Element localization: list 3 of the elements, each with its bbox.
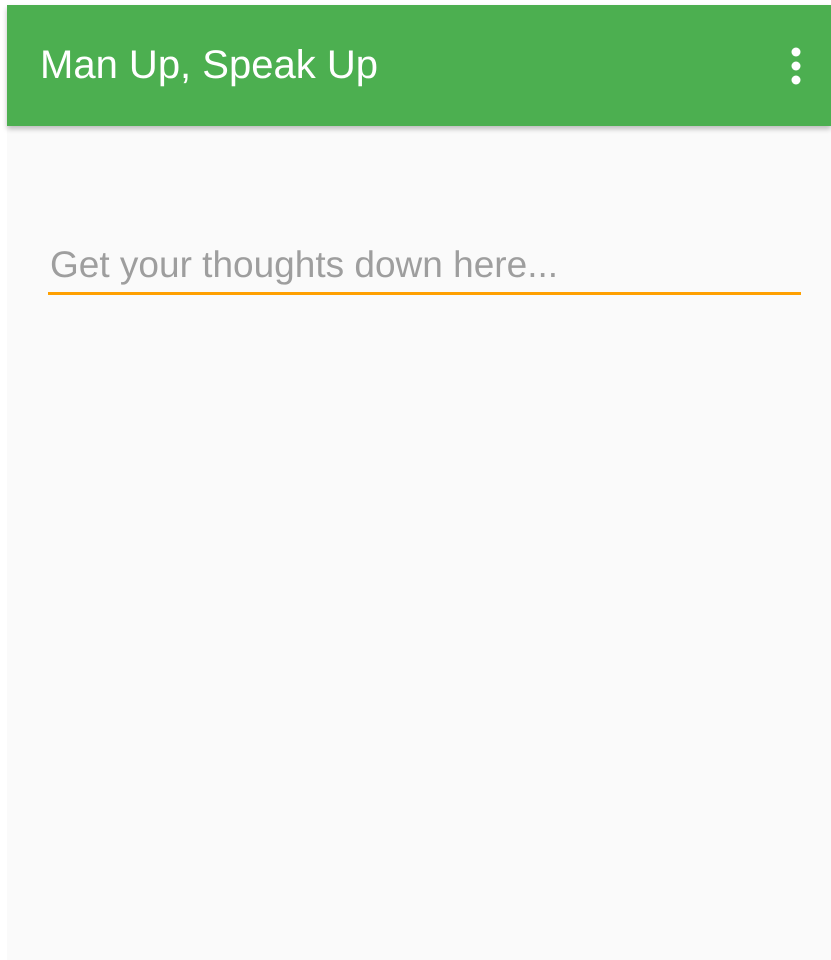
text-input-field[interactable]: Get your thoughts down here... <box>48 236 801 295</box>
app-title: Man Up, Speak Up <box>40 43 378 88</box>
more-options-icon[interactable] <box>790 46 802 84</box>
